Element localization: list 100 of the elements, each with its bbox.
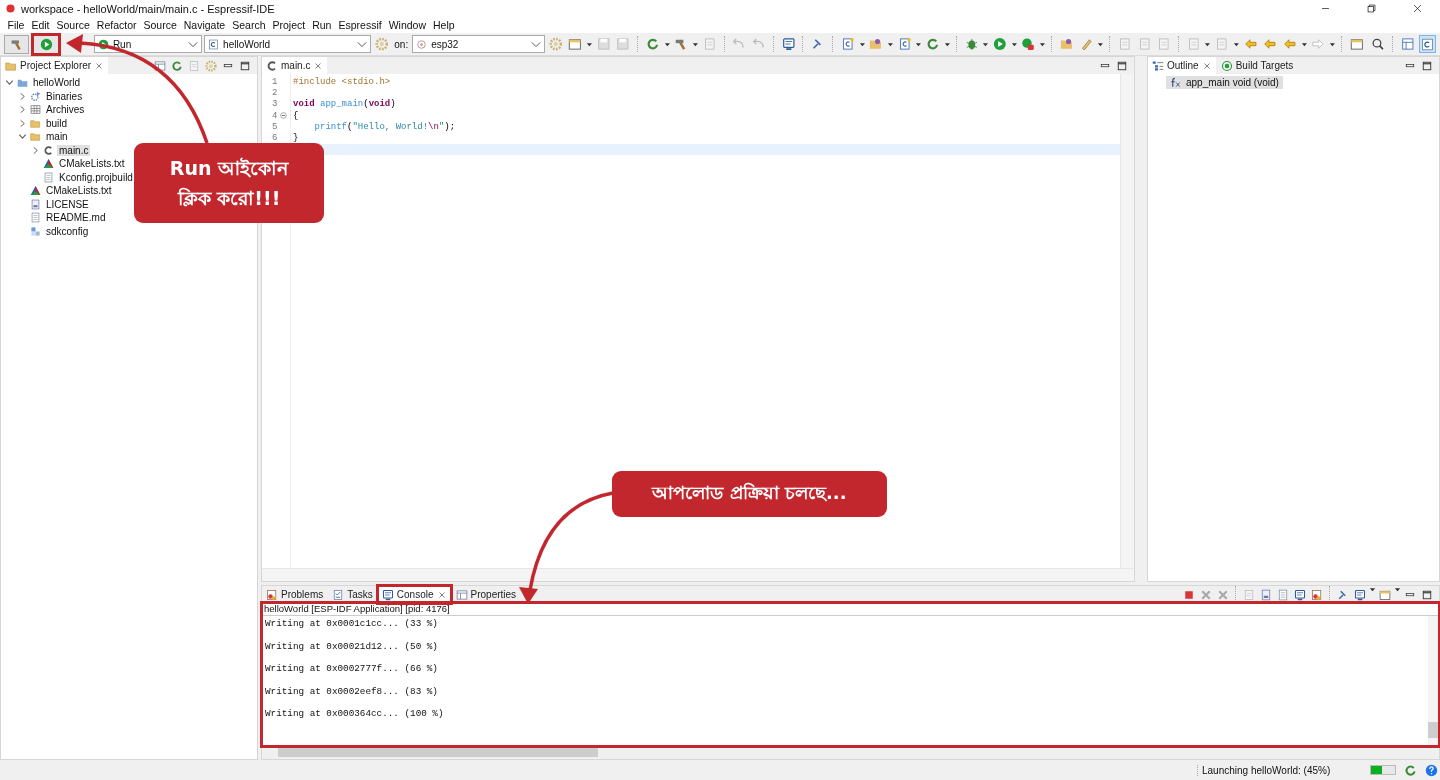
dropdown-field[interactable]: helloWorld <box>204 35 371 53</box>
maximize-icon[interactable] <box>239 59 251 72</box>
caret-icon[interactable] <box>663 40 671 48</box>
caret-icon[interactable] <box>886 40 894 48</box>
menu-item[interactable]: Search <box>228 19 269 31</box>
tree-item[interactable]: Kconfig.projbuild <box>57 171 135 183</box>
close-icon[interactable] <box>1411 3 1423 14</box>
chevron-right-icon[interactable] <box>31 145 40 155</box>
progress-view-icon[interactable] <box>1404 763 1417 777</box>
table-icon[interactable] <box>154 59 166 72</box>
window-icon[interactable] <box>1349 37 1364 51</box>
dropdown-value: Run <box>112 38 133 50</box>
monitor-icon[interactable] <box>1294 588 1306 601</box>
new-c-file-icon[interactable] <box>897 37 912 51</box>
play-toolbox-icon[interactable] <box>1021 37 1036 51</box>
caret-icon[interactable] <box>943 40 951 48</box>
chevron-right-icon[interactable] <box>18 118 27 128</box>
menu-item[interactable]: Source <box>140 19 181 31</box>
caret-icon[interactable] <box>1204 40 1212 48</box>
bug-icon[interactable] <box>964 37 979 51</box>
line-number: 4 <box>272 110 279 121</box>
text-file-icon[interactable] <box>1277 588 1289 601</box>
caret-icon[interactable] <box>1232 40 1240 48</box>
perspective-icon[interactable] <box>1400 37 1415 51</box>
open-folder-icon[interactable] <box>1059 37 1074 51</box>
caret-icon[interactable] <box>1300 40 1308 48</box>
dropdown-field[interactable]: Run <box>93 35 203 53</box>
tree-item[interactable]: CMakeLists.txt <box>57 158 127 170</box>
scrollbar[interactable] <box>1428 616 1439 746</box>
caret-icon[interactable] <box>585 40 593 48</box>
menu-item[interactable]: Help <box>429 19 459 31</box>
warning-person-icon[interactable] <box>1311 588 1323 601</box>
left-arrow-icon[interactable] <box>1263 37 1277 51</box>
search-icon[interactable] <box>1371 37 1385 51</box>
tree-item[interactable]: CMakeLists.txt <box>44 185 114 197</box>
tree-item[interactable]: LICENSE <box>44 198 91 210</box>
dropdown-field[interactable]: esp32 <box>412 35 545 53</box>
collapse-icon[interactable] <box>280 112 287 120</box>
chevron-down-icon[interactable] <box>18 132 27 142</box>
panel-tab[interactable]: Problems <box>262 586 328 603</box>
stop-icon[interactable] <box>1183 588 1195 601</box>
play-icon <box>97 38 109 50</box>
panel-tab[interactable]: Tasks <box>328 586 377 603</box>
open-folder-icon[interactable] <box>869 37 883 51</box>
chevron-right-icon[interactable] <box>18 105 27 115</box>
caret-icon[interactable] <box>1097 40 1104 48</box>
tree-item[interactable]: README.md <box>44 212 108 224</box>
menu-item[interactable]: Navigate <box>180 19 229 31</box>
window-icon[interactable] <box>1379 588 1391 601</box>
monitor-icon[interactable] <box>781 37 796 51</box>
help-icon[interactable] <box>1425 763 1438 777</box>
panel-tab[interactable]: Properties <box>451 586 521 603</box>
maximize-icon[interactable] <box>1421 59 1433 72</box>
menu-item[interactable]: Edit <box>27 19 53 31</box>
maximize-icon[interactable] <box>1421 588 1433 601</box>
panel-tab[interactable]: Outline <box>1148 57 1216 74</box>
tree-item[interactable]: main <box>44 131 70 143</box>
close-icon <box>94 60 105 71</box>
panel-tab[interactable]: Project Explorer <box>1 57 109 74</box>
chevron-down-icon[interactable] <box>5 78 14 88</box>
document-icon[interactable] <box>1260 588 1272 601</box>
caret-icon[interactable] <box>1369 586 1376 593</box>
panel-tab[interactable]: Build Targets <box>1216 57 1298 74</box>
tree-item[interactable]: sdkconfig <box>44 225 91 237</box>
chevron-down-icon[interactable] <box>356 40 367 48</box>
menu-item[interactable]: Project <box>269 19 309 31</box>
build-button[interactable] <box>4 34 30 54</box>
menu-item[interactable]: Run <box>308 19 335 31</box>
menu-item[interactable]: Espressif <box>334 19 386 31</box>
caret-icon[interactable] <box>1328 40 1336 48</box>
scrollbar[interactable] <box>262 568 1134 581</box>
editor-tab[interactable]: main.c <box>262 57 328 74</box>
caret-icon[interactable] <box>1394 586 1401 593</box>
chevron-down-icon[interactable] <box>530 40 541 48</box>
outline-item[interactable]: app_main void (void) <box>1166 76 1283 89</box>
caret-icon[interactable] <box>1010 40 1018 48</box>
tree-item[interactable]: Binaries <box>44 90 85 102</box>
caret-icon[interactable] <box>692 40 699 48</box>
tree-item[interactable]: main.c <box>57 144 91 156</box>
menu-item[interactable]: Refactor <box>93 19 140 31</box>
caret-icon[interactable] <box>1039 40 1046 48</box>
monitor-icon[interactable] <box>1354 588 1366 601</box>
clipboard-icon <box>332 588 345 601</box>
scrollbar[interactable] <box>1120 74 1134 568</box>
caret-icon[interactable] <box>915 40 923 48</box>
maximize-icon[interactable] <box>1116 59 1128 72</box>
window-icon[interactable] <box>568 37 582 51</box>
new-c-file-icon[interactable] <box>840 37 855 51</box>
menu-item[interactable]: Source <box>53 19 94 31</box>
tree-item[interactable]: build <box>44 117 70 129</box>
restore-window-icon[interactable] <box>1365 3 1377 14</box>
menu-item[interactable]: File <box>4 19 28 31</box>
caret-icon[interactable] <box>858 40 866 48</box>
chevron-down-icon[interactable] <box>188 40 199 48</box>
caret-icon[interactable] <box>982 40 990 48</box>
chevron-right-icon[interactable] <box>18 91 27 101</box>
menu-item[interactable]: Window <box>385 19 430 31</box>
tree-item[interactable]: Archives <box>44 104 87 116</box>
perspective-button[interactable] <box>1418 35 1437 53</box>
tree-item[interactable]: helloWorld <box>31 77 83 89</box>
